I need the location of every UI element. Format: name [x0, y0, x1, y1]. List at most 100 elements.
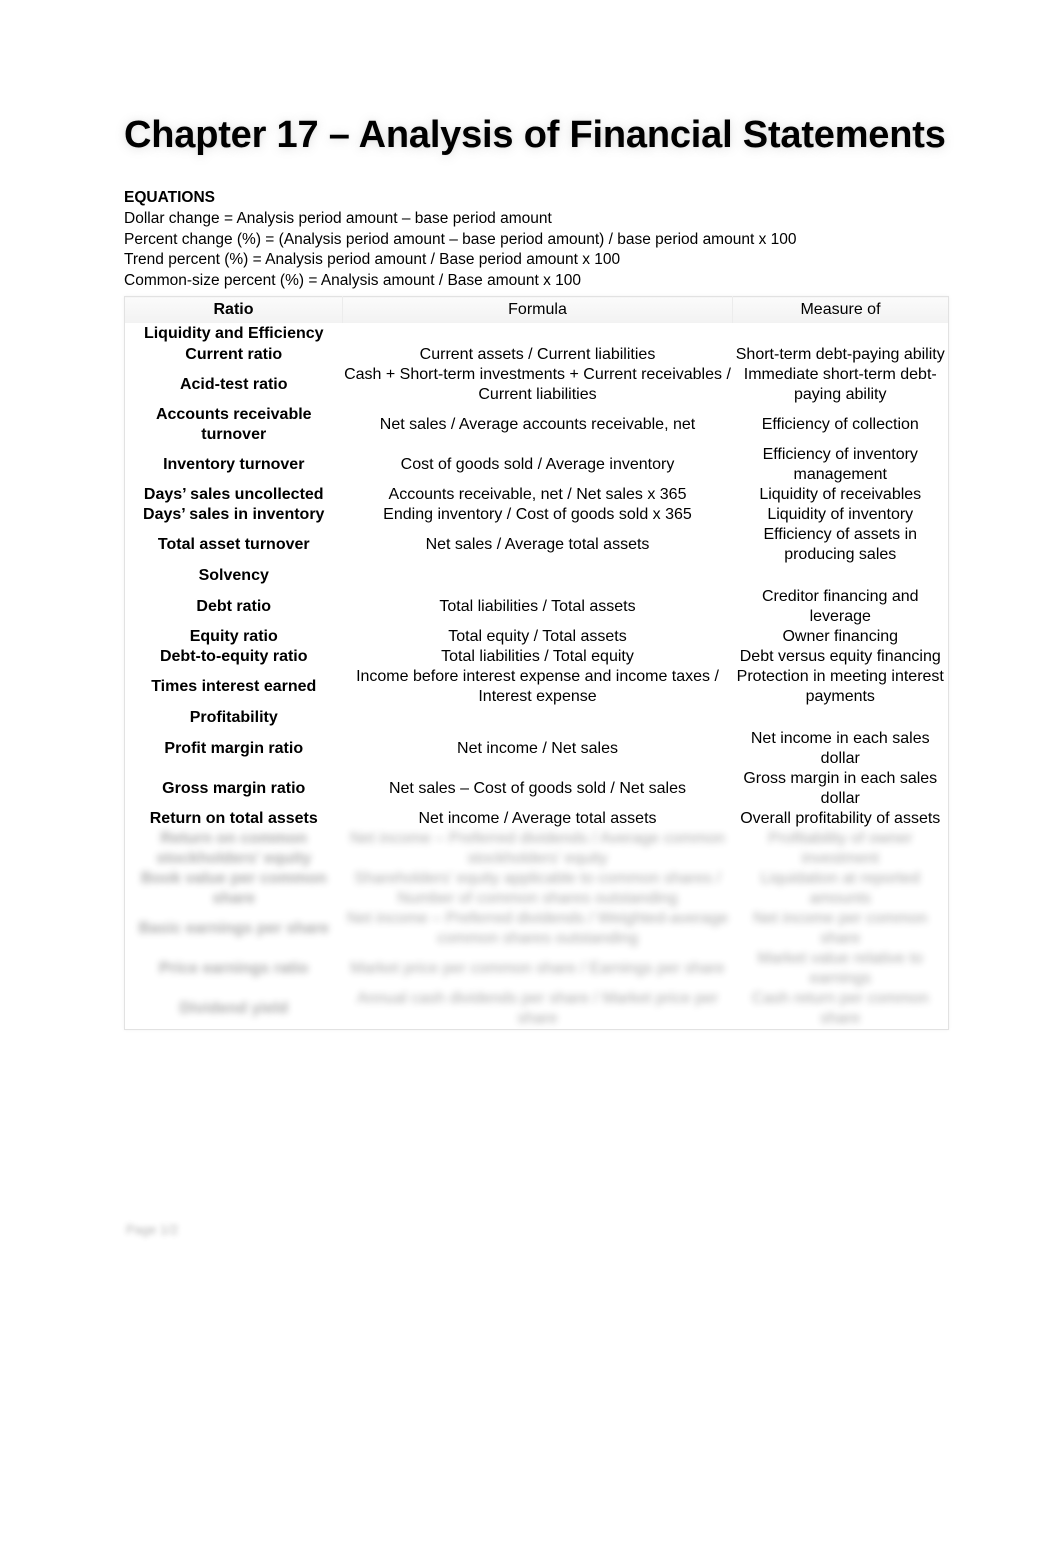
ratio-measure: Owner financing	[782, 628, 899, 646]
ratio-measure: Protection in meeting interest payments	[736, 668, 944, 706]
section-spacer	[733, 707, 949, 729]
ratio-name: Gross margin ratio	[162, 780, 306, 798]
table-row: Inventory turnover Cost of goods sold / …	[125, 445, 949, 485]
ratio-formula: Market price per common share / Earnings…	[350, 960, 725, 978]
ratio-name: Acid-test ratio	[179, 376, 288, 394]
ratio-measure: Efficiency of inventory management	[762, 446, 918, 484]
ratio-formula: Total equity / Total assets	[448, 628, 627, 646]
section-spacer	[343, 323, 733, 345]
table-row: Gross margin ratio Net sales – Cost of g…	[125, 769, 949, 809]
table-row-obscured: Basic earnings per share Net income – Pr…	[125, 909, 949, 949]
page-footer: Page 1/2	[126, 1222, 179, 1237]
section-label: Solvency	[198, 567, 269, 585]
ratio-name: Days’ sales in inventory	[143, 506, 325, 524]
ratio-measure: Liquidity of receivables	[759, 486, 922, 504]
ratio-formula: Net income – Preferred dividends / Weigh…	[346, 910, 729, 948]
section-spacer	[343, 565, 733, 587]
ratio-name: Equity ratio	[189, 628, 278, 646]
ratio-name: Profit margin ratio	[164, 740, 304, 758]
equation-line: Trend percent (%) = Analysis period amou…	[124, 251, 621, 269]
ratio-formula: Net income – Preferred dividends / Avera…	[349, 830, 725, 868]
ratio-measure: Net income in each sales dollar	[750, 730, 930, 768]
ratio-formula: Net sales – Cost of goods sold / Net sal…	[388, 780, 687, 798]
equations-heading: EQUATIONS	[124, 188, 215, 206]
table-row: Accounts receivable turnover Net sales /…	[125, 405, 949, 445]
table-row: Times interest earned Income before inte…	[125, 667, 949, 707]
table-row-obscured: Return on common stockholders’ equity Ne…	[125, 829, 949, 869]
table-row: Total asset turnover Net sales / Average…	[125, 525, 949, 565]
section-header-row: Profitability	[125, 707, 949, 729]
ratio-name: Dividend yield	[179, 1000, 288, 1018]
ratio-measure: Gross margin in each sales dollar	[743, 770, 938, 808]
table-row: Days’ sales in inventory Ending inventor…	[125, 505, 949, 525]
table-row: Acid-test ratio Cash + Short-term invest…	[125, 365, 949, 405]
ratio-formula: Current assets / Current liabilities	[419, 346, 656, 364]
section-header-row: Liquidity and Efficiency	[125, 323, 949, 345]
table-row: Days’ sales uncollected Accounts receiva…	[125, 485, 949, 505]
table-row: Debt ratio Total liabilities / Total ass…	[125, 587, 949, 627]
ratio-measure: Profitability of owner investment	[768, 830, 913, 868]
document-page: Chapter 17 – Analysis of Financial State…	[0, 0, 1062, 1556]
table-row-obscured: Book value per common share Shareholders…	[125, 869, 949, 909]
table-row: Debt-to-equity ratio Total liabilities /…	[125, 647, 949, 667]
column-header-ratio: Ratio	[124, 296, 343, 324]
table-row: Return on total assets Net income / Aver…	[125, 809, 949, 829]
ratio-measure: Cash return per common share	[751, 990, 929, 1028]
table-row-obscured: Dividend yield Annual cash dividends per…	[125, 989, 949, 1030]
ratio-measure: Efficiency of assets in producing sales	[763, 526, 918, 564]
table-header-row: Ratio Formula Measure of	[124, 296, 949, 324]
section-spacer	[733, 323, 949, 345]
ratio-formula: Total liabilities / Total equity	[441, 648, 634, 666]
ratio-name: Total asset turnover	[157, 536, 310, 554]
table-row-obscured: Price earnings ratio Market price per co…	[125, 949, 949, 989]
ratio-measure: Short-term debt-paying ability	[735, 346, 945, 364]
table-row: Current ratio Current assets / Current l…	[125, 345, 949, 365]
ratio-name: Price earnings ratio	[159, 960, 309, 978]
ratio-name: Return on total assets	[149, 810, 318, 828]
ratio-formula: Annual cash dividends per share / Market…	[356, 990, 719, 1028]
ratio-name: Current ratio	[185, 346, 283, 364]
ratio-name: Return on common stockholders’ equity	[156, 830, 312, 868]
ratio-table-container: Ratio Formula Measure of Liquidity and E…	[124, 296, 949, 1031]
page-title: Chapter 17 – Analysis of Financial State…	[124, 114, 946, 156]
ratio-formula: Income before interest expense and incom…	[356, 668, 719, 706]
ratio-formula: Net income / Net sales	[457, 740, 618, 758]
column-header-formula: Formula	[342, 296, 733, 324]
ratio-name: Inventory turnover	[163, 456, 305, 474]
equation-line: Percent change (%) = (Analysis period am…	[124, 230, 797, 248]
ratio-measure: Immediate short-term debt-paying ability	[743, 366, 937, 404]
ratio-formula: Cash + Short-term investments + Current …	[344, 366, 731, 404]
ratio-formula: Shareholders’ equity applicable to commo…	[354, 870, 721, 908]
ratio-formula: Net sales / Average total assets	[425, 536, 650, 554]
ratio-formula: Ending inventory / Cost of goods sold x …	[383, 506, 692, 524]
section-header-row: Solvency	[125, 565, 949, 587]
table-row: Equity ratio Total equity / Total assets…	[125, 627, 949, 647]
ratio-measure: Liquidity of inventory	[767, 506, 914, 524]
equation-line: Common-size percent (%) = Analysis amoun…	[124, 271, 582, 289]
document-content: Chapter 17 – Analysis of Financial State…	[124, 112, 949, 1031]
ratio-name: Debt ratio	[196, 598, 272, 616]
table-body: Liquidity and Efficiency Current ratio C…	[125, 323, 949, 1030]
ratio-name: Times interest earned	[151, 678, 317, 696]
ratio-name: Accounts receivable turnover	[155, 406, 312, 444]
section-spacer	[343, 707, 733, 729]
section-label: Profitability	[189, 709, 278, 727]
ratio-measure: Efficiency of collection	[761, 416, 919, 434]
ratio-formula: Net sales / Average accounts receivable,…	[379, 416, 696, 434]
ratio-measure: Market value relative to earnings	[757, 950, 923, 988]
ratio-name: Basic earnings per share	[138, 920, 329, 938]
ratio-name: Debt-to-equity ratio	[159, 648, 308, 666]
section-spacer	[733, 565, 949, 587]
ratio-measure: Liquidation at reported amounts	[760, 870, 920, 908]
ratio-formula: Total liabilities / Total assets	[439, 598, 636, 616]
column-header-measure: Measure of	[732, 296, 949, 324]
equations-block: EQUATIONS Dollar change = Analysis perio…	[124, 188, 948, 291]
ratio-name: Days’ sales uncollected	[143, 486, 324, 504]
ratio-formula: Net income / Average total assets	[418, 810, 657, 828]
ratio-formula: Cost of goods sold / Average inventory	[400, 456, 675, 474]
table-row: Profit margin ratio Net income / Net sal…	[125, 729, 949, 769]
ratio-measure: Overall profitability of assets	[740, 810, 941, 828]
section-label: Liquidity and Efficiency	[143, 325, 324, 343]
ratio-name: Book value per common share	[140, 870, 327, 908]
ratio-measure: Net income per common share	[753, 910, 928, 948]
